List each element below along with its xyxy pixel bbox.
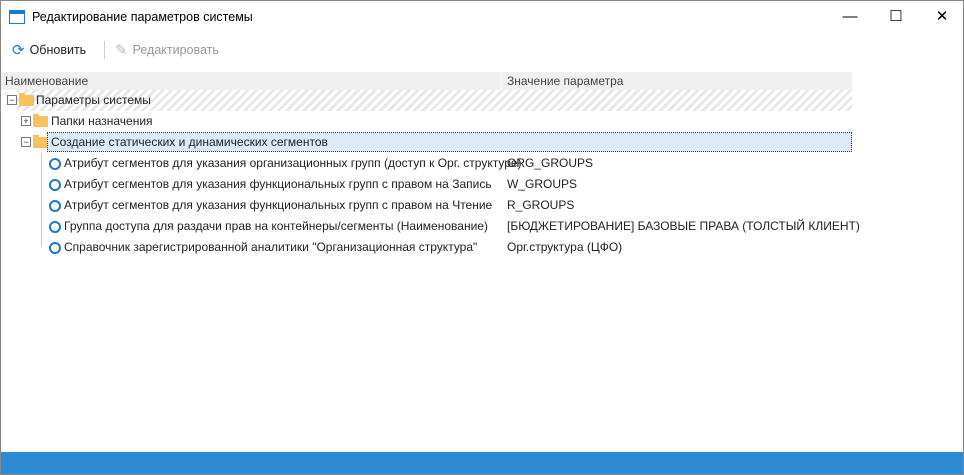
edit-label: Редактировать: [132, 43, 219, 57]
parameter-icon: [49, 158, 61, 170]
tree-row-folder[interactable]: − Создание статических и динамических се…: [1, 132, 852, 153]
param-name: Атрибут сегментов для указания функциона…: [64, 177, 492, 191]
edit-button[interactable]: ✎ Редактировать: [115, 41, 219, 59]
param-name: Справочник зарегистрированной аналитики …: [64, 240, 478, 254]
folder-icon: [19, 93, 34, 106]
param-name: Атрибут сегментов для указания функциона…: [64, 198, 493, 212]
tree-row-param[interactable]: Атрибут сегментов для указания функциона…: [1, 174, 852, 195]
refresh-button[interactable]: ⟳ Обновить: [12, 41, 86, 59]
collapse-icon[interactable]: −: [21, 137, 31, 147]
param-name: Атрибут сегментов для указания организац…: [64, 156, 522, 170]
param-name: Группа доступа для раздачи прав на конте…: [64, 219, 488, 233]
column-name[interactable]: Наименование: [5, 74, 88, 88]
status-bar: [1, 452, 963, 474]
param-value: [БЮДЖЕТИРОВАНИЕ] БАЗОВЫЕ ПРАВА (ТОЛСТЫЙ …: [507, 219, 860, 233]
tree-row-param[interactable]: Группа доступа для раздачи прав на конте…: [1, 216, 860, 237]
refresh-label: Обновить: [29, 43, 87, 57]
parameter-icon: [49, 242, 61, 254]
toolbar: ⟳ Обновить ✎ Редактировать: [1, 37, 963, 61]
parameter-icon: [49, 200, 61, 212]
tree-label: Создание статических и динамических сегм…: [51, 135, 328, 149]
tree-row-param[interactable]: Атрибут сегментов для указания организац…: [1, 153, 852, 174]
folder-icon: [33, 114, 48, 127]
param-value: Орг.структура (ЦФО): [507, 240, 623, 254]
collapse-icon[interactable]: −: [7, 95, 17, 105]
title-bar: Редактирование параметров системы — ☐ ✕: [1, 1, 963, 33]
parameter-icon: [49, 179, 61, 191]
window: Редактирование параметров системы — ☐ ✕ …: [0, 0, 964, 475]
window-title: Редактирование параметров системы: [32, 10, 253, 24]
refresh-icon: ⟳: [12, 42, 25, 59]
tree-label: Параметры системы: [36, 93, 151, 107]
param-value: W_GROUPS: [507, 177, 578, 191]
folder-icon: [33, 135, 48, 148]
toolbar-separator: [104, 41, 105, 59]
minimize-button[interactable]: —: [827, 1, 873, 33]
expand-icon[interactable]: +: [21, 116, 31, 126]
column-value[interactable]: Значение параметра: [507, 74, 623, 88]
window-icon: [9, 10, 25, 24]
maximize-button[interactable]: ☐: [873, 1, 919, 33]
parameter-icon: [49, 221, 61, 233]
tree-row-root-content: − Параметры системы: [1, 90, 852, 111]
close-button[interactable]: ✕: [919, 1, 964, 33]
pencil-icon: ✎: [115, 42, 128, 59]
tree-row-param[interactable]: Справочник зарегистрированной аналитики …: [1, 237, 852, 258]
param-value: R_GROUPS: [507, 198, 575, 212]
tree-row-param[interactable]: Атрибут сегментов для указания функциона…: [1, 195, 852, 216]
param-value: ORG_GROUPS: [507, 156, 594, 170]
tree-label: Папки назначения: [51, 114, 153, 128]
column-header: Наименование Значение параметра: [1, 72, 963, 90]
tree-row-folder[interactable]: + Папки назначения: [1, 111, 852, 132]
